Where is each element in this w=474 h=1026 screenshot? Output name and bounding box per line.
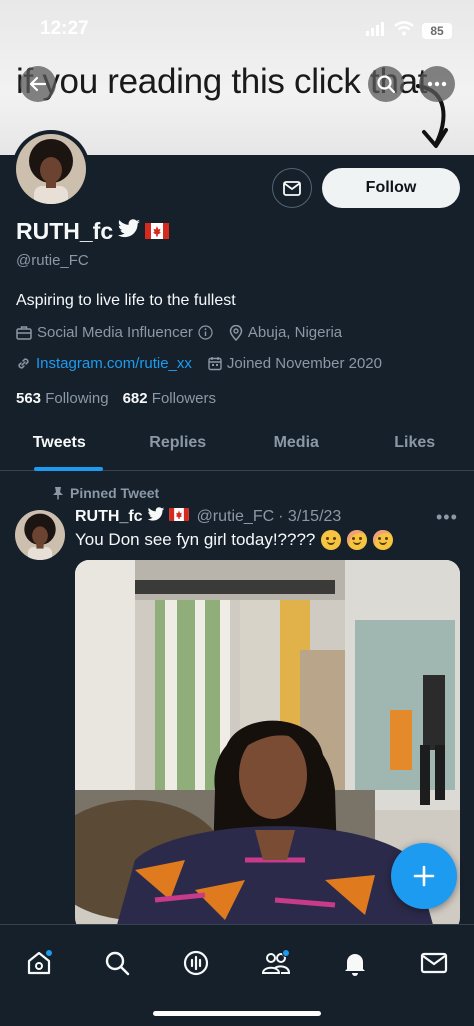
calendar-icon <box>208 357 222 371</box>
search-icon <box>105 951 130 976</box>
follow-button[interactable]: Follow <box>322 168 460 208</box>
pin-icon <box>53 487 63 500</box>
nav-search[interactable] <box>97 943 137 983</box>
mail-icon <box>283 180 301 196</box>
following-label: Following <box>45 390 109 407</box>
message-button[interactable] <box>272 168 312 208</box>
tweet-more-icon[interactable]: ••• <box>436 507 458 528</box>
tab-media-label: Media <box>273 434 319 451</box>
tweet-text-body: You Don see fyn girl today!???? <box>75 530 316 549</box>
spaces-icon <box>183 950 209 976</box>
battery-icon: 85 <box>422 23 452 39</box>
search-icon <box>377 75 396 94</box>
pinned-indicator: Pinned Tweet <box>52 485 159 501</box>
tab-likes-label: Likes <box>394 434 436 451</box>
follow-counts: 563 Following 682 Followers <box>16 390 216 407</box>
followers-label: Followers <box>151 390 216 407</box>
tab-replies[interactable]: Replies <box>119 424 238 470</box>
joined-item: Joined November 2020 <box>208 355 382 372</box>
slightly-smiling-face-emoji <box>321 530 342 550</box>
briefcase-icon <box>16 326 32 340</box>
tweet-author-handle: @rutie_FC <box>196 508 275 525</box>
nav-home[interactable] <box>19 943 59 983</box>
signal-icon <box>366 21 386 41</box>
plus-icon <box>413 865 435 887</box>
status-time: 12:27 <box>40 18 89 39</box>
display-name-text: RUTH_fc <box>16 218 114 244</box>
nav-notifications[interactable] <box>335 943 375 983</box>
bell-icon <box>345 954 365 976</box>
twitter-bird-icon <box>147 507 165 527</box>
mail-icon <box>420 952 448 974</box>
banner-caption: if you reading this click that <box>16 62 428 101</box>
tweet-header: RUTH_fc @rutie_FC · 3/15/23 <box>75 507 341 527</box>
followers-count[interactable]: 682 Followers <box>123 390 216 407</box>
category-item: Social Media Influencer <box>16 324 213 341</box>
compose-tweet-button[interactable] <box>391 843 457 909</box>
pinned-label: Pinned Tweet <box>70 485 160 501</box>
profile-meta-row: Social Media Influencer Abuja, Nigeria <box>16 324 358 341</box>
home-notification-dot <box>45 949 53 957</box>
link-icon <box>18 358 29 369</box>
location-pin-icon <box>229 324 243 341</box>
display-name: RUTH_fc <box>16 218 170 245</box>
website-item[interactable]: Instagram.com/rutie_xx <box>16 355 192 372</box>
tweet-author-name[interactable]: RUTH_fc <box>75 508 143 526</box>
profile-meta-row-2: Instagram.com/rutie_xx Joined November 2… <box>16 355 398 372</box>
profile-bio: Aspiring to live life to the fullest <box>16 292 236 309</box>
location-item: Abuja, Nigeria <box>229 324 342 341</box>
smiling-face-emoji <box>347 530 368 550</box>
active-tab-indicator <box>34 467 103 471</box>
canada-flag-icon <box>168 508 189 526</box>
following-count[interactable]: 563 Following <box>16 390 109 407</box>
more-horizontal-icon <box>427 81 447 87</box>
search-button[interactable] <box>368 66 404 102</box>
communities-notification-dot <box>282 949 290 957</box>
smiling-face-emoji <box>373 530 394 550</box>
more-button[interactable] <box>419 66 455 102</box>
followers-number: 682 <box>122 390 148 407</box>
nav-spaces[interactable] <box>176 943 216 983</box>
nav-messages[interactable] <box>414 943 454 983</box>
website-link[interactable]: Instagram.com/rutie_xx <box>36 355 192 372</box>
home-indicator <box>153 1011 321 1016</box>
tab-tweets-label: Tweets <box>32 434 86 451</box>
category-label: Social Media Influencer <box>37 324 193 341</box>
following-number: 563 <box>16 390 42 407</box>
tab-media[interactable]: Media <box>237 424 356 470</box>
arrow-left-icon <box>29 76 47 92</box>
wifi-icon <box>394 21 414 41</box>
nav-communities[interactable] <box>256 943 296 983</box>
status-bar: 12:27 85 <box>0 0 474 58</box>
tab-likes[interactable]: Likes <box>356 424 474 470</box>
tab-replies-label: Replies <box>149 434 207 451</box>
status-icons: 85 <box>366 21 452 41</box>
tab-tweets[interactable]: Tweets <box>0 424 119 471</box>
tweet-date: · 3/15/23 <box>278 508 342 525</box>
joined-label: Joined November 2020 <box>226 355 382 372</box>
tweet-text: You Don see fyn girl today!???? <box>75 530 394 550</box>
avatar <box>16 134 86 204</box>
canada-flag-icon <box>145 218 170 245</box>
profile-tabs: Tweets Replies Media Likes <box>0 424 474 471</box>
location-label: Abuja, Nigeria <box>247 324 343 341</box>
info-icon <box>198 325 213 340</box>
back-button[interactable] <box>20 66 56 102</box>
profile-handle: @rutie_FC <box>16 252 89 269</box>
twitter-bird-icon <box>117 218 141 245</box>
tweet-avatar[interactable] <box>15 510 65 560</box>
profile-avatar[interactable] <box>12 130 90 208</box>
